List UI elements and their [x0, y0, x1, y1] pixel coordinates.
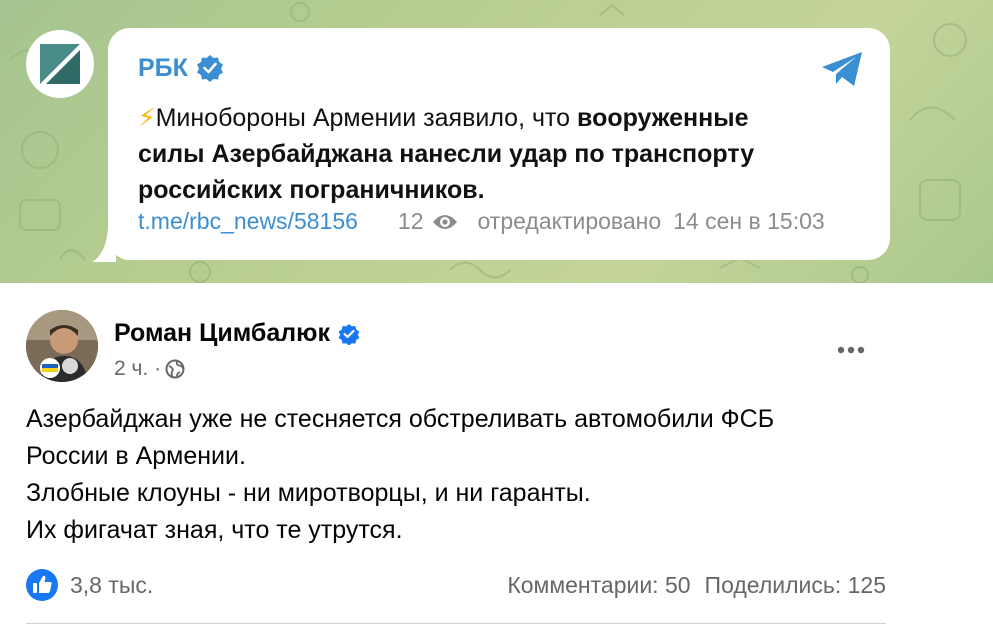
post-line: Их фигачат зная, что те утрутся. — [26, 516, 403, 544]
post-time[interactable]: 2 ч. · — [114, 357, 161, 381]
globe-icon — [165, 359, 185, 379]
more-dots-icon — [837, 346, 865, 354]
message-bold-text-2: силы Азербайджана нанесли удар по трансп… — [138, 140, 755, 168]
author-name[interactable]: Роман Цимбалюк — [114, 319, 330, 348]
facebook-post: Роман Цимбалюк 2 ч. · Азербайджан уже не… — [0, 283, 993, 631]
author-avatar[interactable] — [26, 310, 98, 382]
post-line: Злобные клоуны - ни миротворцы, и ни гар… — [26, 479, 591, 507]
more-options-button[interactable] — [834, 333, 868, 367]
reactions-count[interactable]: 3,8 тыс. — [70, 572, 153, 599]
eye-icon — [432, 214, 457, 229]
channel-name[interactable]: РБК — [138, 54, 188, 83]
edited-label: отредактировано — [477, 208, 662, 234]
message-link[interactable]: t.me/rbc_news/58156 — [138, 208, 358, 235]
post-line: России в Армении. — [26, 442, 246, 470]
shares-count[interactable]: Поделились: 125 — [705, 572, 886, 599]
message-bubble: РБК ⚡Минобороны Армении заявило, что воо… — [108, 28, 890, 260]
message-meta: t.me/rbc_news/58156 12 отредактировано 1… — [138, 208, 860, 235]
verified-icon — [338, 323, 360, 345]
views-count: 12 — [397, 208, 424, 234]
post-stats: 3,8 тыс. Комментарии: 50 Поделились: 125 — [26, 569, 886, 601]
rbc-logo-icon — [40, 44, 80, 84]
comments-count[interactable]: Комментарии: 50 — [507, 572, 690, 599]
message-text: ⚡Минобороны Армении заявило, что вооруже… — [138, 100, 858, 208]
like-reaction-icon[interactable] — [26, 569, 58, 601]
verified-icon — [196, 55, 223, 82]
telegram-logo-icon — [822, 52, 862, 86]
message-plain-text: Минобороны Армении заявило, что — [155, 104, 578, 132]
telegram-screenshot: РБК ⚡Минобороны Армении заявило, что воо… — [0, 0, 993, 283]
author-photo — [26, 310, 98, 382]
message-bold-text-3: российских пограничников. — [138, 176, 485, 204]
message-bold-text-1: вооруженные — [577, 104, 749, 132]
divider — [26, 623, 886, 624]
post-line: Азербайджан уже не стесняется обстрелива… — [26, 405, 775, 433]
message-date: 14 сен в 15:03 — [673, 208, 825, 234]
lightning-icon: ⚡ — [138, 104, 156, 132]
channel-avatar[interactable] — [26, 30, 94, 98]
post-text: Азербайджан уже не стесняется обстрелива… — [26, 401, 926, 549]
